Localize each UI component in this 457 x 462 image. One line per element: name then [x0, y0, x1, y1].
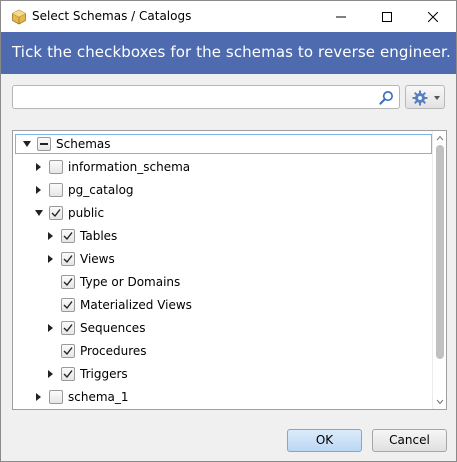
- tree-label-information-schema: information_schema: [68, 160, 191, 174]
- expand-arrow-icon[interactable]: [48, 370, 53, 378]
- expand-arrow-icon[interactable]: [36, 163, 41, 171]
- tree-node-sequences[interactable]: Sequences: [13, 317, 433, 340]
- tree-checkbox-triggers[interactable]: [61, 367, 75, 381]
- collapse-arrow-icon[interactable]: [23, 141, 31, 147]
- checkmark-icon: [63, 301, 73, 310]
- checkmark-icon: [63, 278, 73, 287]
- search-field[interactable]: [12, 85, 400, 109]
- tree-label-public: public: [68, 206, 105, 220]
- instruction-banner: Tick the checkboxes for the schemas to r…: [1, 32, 456, 74]
- tree-node-information-schema[interactable]: information_schema: [13, 156, 433, 179]
- tree-node-schemas[interactable]: Schemas: [13, 133, 433, 156]
- tree-checkbox-information-schema[interactable]: [49, 160, 63, 174]
- tree-label-schema-1: schema_1: [68, 390, 129, 404]
- tree-checkbox-views[interactable]: [61, 252, 75, 266]
- maximize-icon: [382, 11, 392, 22]
- dropdown-caret-icon: [434, 96, 440, 100]
- tree-checkbox-sequences[interactable]: [61, 321, 75, 335]
- window-title: Select Schemas / Catalogs: [32, 9, 192, 23]
- tree-checkbox-public[interactable]: [49, 206, 63, 220]
- checkmark-icon: [51, 209, 61, 218]
- tree-label-views: Views: [80, 252, 115, 266]
- tree-node-pg-catalog[interactable]: pg_catalog: [13, 179, 433, 202]
- close-icon: [428, 11, 438, 22]
- expand-arrow-icon[interactable]: [36, 393, 41, 401]
- tree-label-tables: Tables: [80, 229, 118, 243]
- tree-label-materialized-views: Materialized Views: [80, 298, 192, 312]
- tree-node-triggers[interactable]: Triggers: [13, 363, 433, 386]
- maximize-button[interactable]: [364, 1, 410, 32]
- tree-checkbox-pg-catalog[interactable]: [49, 183, 63, 197]
- tree-checkbox-materialized-views[interactable]: [61, 298, 75, 312]
- expand-arrow-icon[interactable]: [48, 232, 53, 240]
- tree-label-type-or-domains: Type or Domains: [80, 275, 181, 289]
- expand-arrow-icon[interactable]: [36, 186, 41, 194]
- tree-node-schema-1[interactable]: schema_1: [13, 386, 433, 409]
- minimize-icon: [336, 16, 346, 17]
- tree-node-procedures[interactable]: Procedures: [13, 340, 433, 363]
- tree-checkbox-schema-1[interactable]: [49, 390, 63, 404]
- tree-vertical-scrollbar[interactable]: [432, 131, 446, 409]
- tree-node-views[interactable]: Views: [13, 248, 433, 271]
- checkmark-icon: [63, 347, 73, 356]
- checkmark-icon: [63, 370, 73, 379]
- schema-tree[interactable]: Schemas information_schema pg_catalog pu…: [12, 130, 447, 410]
- cancel-button[interactable]: Cancel: [372, 429, 447, 452]
- tree-checkbox-type-or-domains[interactable]: [61, 275, 75, 289]
- tree-label-schemas: Schemas: [56, 137, 111, 151]
- scroll-down-arrow-icon[interactable]: [436, 398, 444, 406]
- tree-label-pg-catalog: pg_catalog: [68, 183, 134, 197]
- scrollbar-thumb[interactable]: [436, 145, 444, 359]
- scroll-up-arrow-icon[interactable]: [436, 134, 444, 142]
- tree-label-procedures: Procedures: [80, 344, 147, 358]
- checkmark-icon: [63, 232, 73, 241]
- tree-checkbox-procedures[interactable]: [61, 344, 75, 358]
- instruction-text: Tick the checkboxes for the schemas to r…: [12, 43, 451, 61]
- tree-checkbox-schemas[interactable]: [37, 137, 51, 151]
- expand-arrow-icon[interactable]: [48, 255, 53, 263]
- tree-node-tables[interactable]: Tables: [13, 225, 433, 248]
- tree-label-sequences: Sequences: [80, 321, 146, 335]
- checkmark-icon: [63, 324, 73, 333]
- search-icon[interactable]: [379, 90, 394, 105]
- collapse-arrow-icon[interactable]: [35, 210, 43, 216]
- tree-node-type-or-domains[interactable]: Type or Domains: [13, 271, 433, 294]
- title-bar: Select Schemas / Catalogs: [1, 1, 456, 32]
- dialog-window: Select Schemas / Catalogs Tick the check…: [0, 0, 457, 462]
- tree-checkbox-tables[interactable]: [61, 229, 75, 243]
- app-package-icon: [12, 9, 26, 25]
- ok-button[interactable]: OK: [287, 429, 362, 452]
- tree-label-triggers: Triggers: [80, 367, 128, 381]
- expand-arrow-icon[interactable]: [48, 324, 53, 332]
- close-button[interactable]: [410, 1, 456, 32]
- tree-node-public[interactable]: public: [13, 202, 433, 225]
- tree-node-materialized-views[interactable]: Materialized Views: [13, 294, 433, 317]
- checkmark-icon: [63, 255, 73, 264]
- options-menu-button[interactable]: [405, 85, 445, 109]
- minimize-button[interactable]: [318, 1, 364, 32]
- gear-icon: [412, 90, 428, 106]
- indeterminate-icon: [40, 143, 48, 145]
